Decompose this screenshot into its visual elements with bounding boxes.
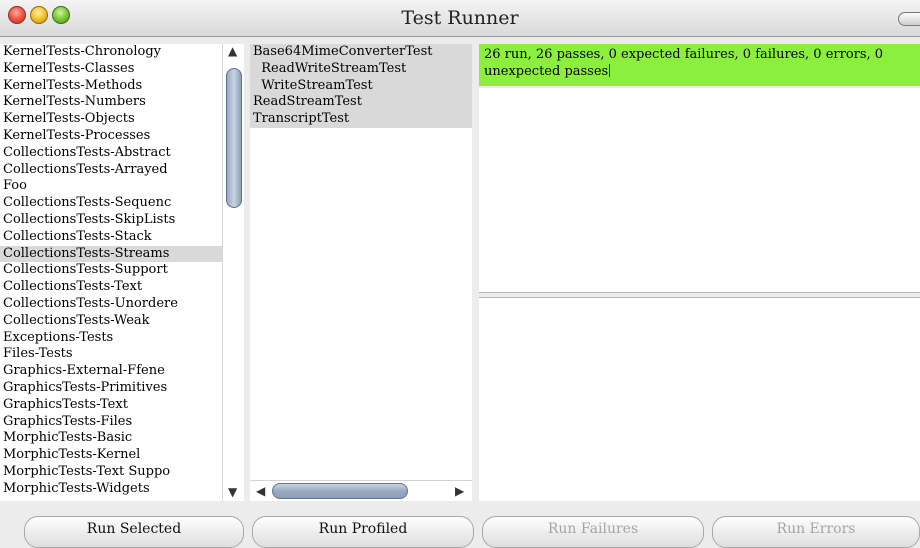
category-list-item[interactable]: KernelTests-Classes <box>0 61 222 78</box>
category-list-item[interactable]: GraphicsTests-Files <box>0 414 222 431</box>
category-list-item[interactable]: Graphics-External-Ffene <box>0 363 222 380</box>
category-list-item[interactable]: KernelTests-Processes <box>0 128 222 145</box>
scroll-up-icon[interactable]: ▲ <box>228 44 237 58</box>
category-list-item[interactable]: Foo <box>0 178 222 195</box>
category-list-item[interactable]: KernelTests-Objects <box>0 111 222 128</box>
category-list-item[interactable]: CollectionsTests-Arrayed <box>0 162 222 179</box>
class-list-item[interactable]: ReadStreamTest <box>250 94 472 111</box>
category-list-item[interactable]: MorphicTests-Kernel <box>0 447 222 464</box>
category-list-item[interactable]: CollectionsTests-Streams <box>0 245 222 263</box>
category-list-item[interactable]: KernelTests-Chronology <box>0 44 222 61</box>
title-bar: Test Runner <box>0 0 920 37</box>
result-status[interactable]: 26 run, 26 passes, 0 expected failures, … <box>479 44 920 86</box>
category-list-item[interactable]: GraphicsTests-Text <box>0 397 222 414</box>
category-list-item[interactable]: CollectionsTests-Support <box>0 262 222 279</box>
class-list-item[interactable]: TranscriptTest <box>250 111 472 128</box>
category-list-item[interactable]: CollectionsTests-Text <box>0 279 222 296</box>
category-list-item[interactable]: CollectionsTests-SkipLists <box>0 212 222 229</box>
toolbar-toggle-button[interactable] <box>898 12 920 26</box>
errors-list[interactable] <box>479 298 920 501</box>
class-list-item[interactable]: Base64MimeConverterTest <box>250 44 472 61</box>
category-list-item[interactable]: CollectionsTests-Sequenc <box>0 195 222 212</box>
run-errors-button[interactable]: Run Errors <box>712 516 920 548</box>
class-list-item[interactable]: ReadWriteStreamTest <box>250 61 472 78</box>
category-list-item[interactable]: GraphicsTests-Primitives <box>0 380 222 397</box>
class-hscrollbar[interactable]: ◀ ▶ <box>250 480 472 501</box>
text-cursor <box>609 63 611 77</box>
result-status-text: 26 run, 26 passes, 0 expected failures, … <box>484 47 884 79</box>
category-list[interactable]: KernelTests-Chronology KernelTests-Classe… <box>0 44 244 501</box>
run-failures-button[interactable]: Run Failures <box>482 516 704 548</box>
category-list-item[interactable]: MorphicTests-Widgets <box>0 481 222 498</box>
category-list-item[interactable]: CollectionsTests-Unordere <box>0 296 222 313</box>
category-scroll-thumb[interactable] <box>226 68 242 208</box>
run-profiled-button[interactable]: Run Profiled <box>252 516 474 548</box>
class-list-item[interactable]: WriteStreamTest <box>250 78 472 95</box>
class-list[interactable]: Base64MimeConverterTest ReadWriteStreamT… <box>250 44 472 501</box>
category-list-item[interactable]: CollectionsTests-Stack <box>0 229 222 246</box>
category-list-item[interactable]: Files-Tests <box>0 346 222 363</box>
category-list-item[interactable]: Exceptions-Tests <box>0 330 222 347</box>
category-list-item[interactable]: CollectionsTests-Weak <box>0 313 222 330</box>
category-list-item[interactable]: KernelTests-Methods <box>0 78 222 95</box>
category-list-item[interactable]: MorphicTests-Text Suppo <box>0 464 222 481</box>
failures-list[interactable] <box>479 88 920 292</box>
run-selected-button[interactable]: Run Selected <box>24 516 244 548</box>
scroll-left-icon[interactable]: ◀ <box>256 484 265 498</box>
category-scrollbar[interactable]: ▲ ▼ <box>222 44 244 501</box>
scroll-right-icon[interactable]: ▶ <box>455 484 464 498</box>
category-list-item[interactable]: CollectionsTests-Abstract <box>0 145 222 162</box>
window-title: Test Runner <box>401 7 519 29</box>
class-scroll-thumb[interactable] <box>272 483 408 499</box>
category-list-item[interactable]: KernelTests-Numbers <box>0 94 222 111</box>
scroll-down-icon[interactable]: ▼ <box>228 485 237 499</box>
category-list-item[interactable]: MorphicTests-Basic <box>0 430 222 447</box>
